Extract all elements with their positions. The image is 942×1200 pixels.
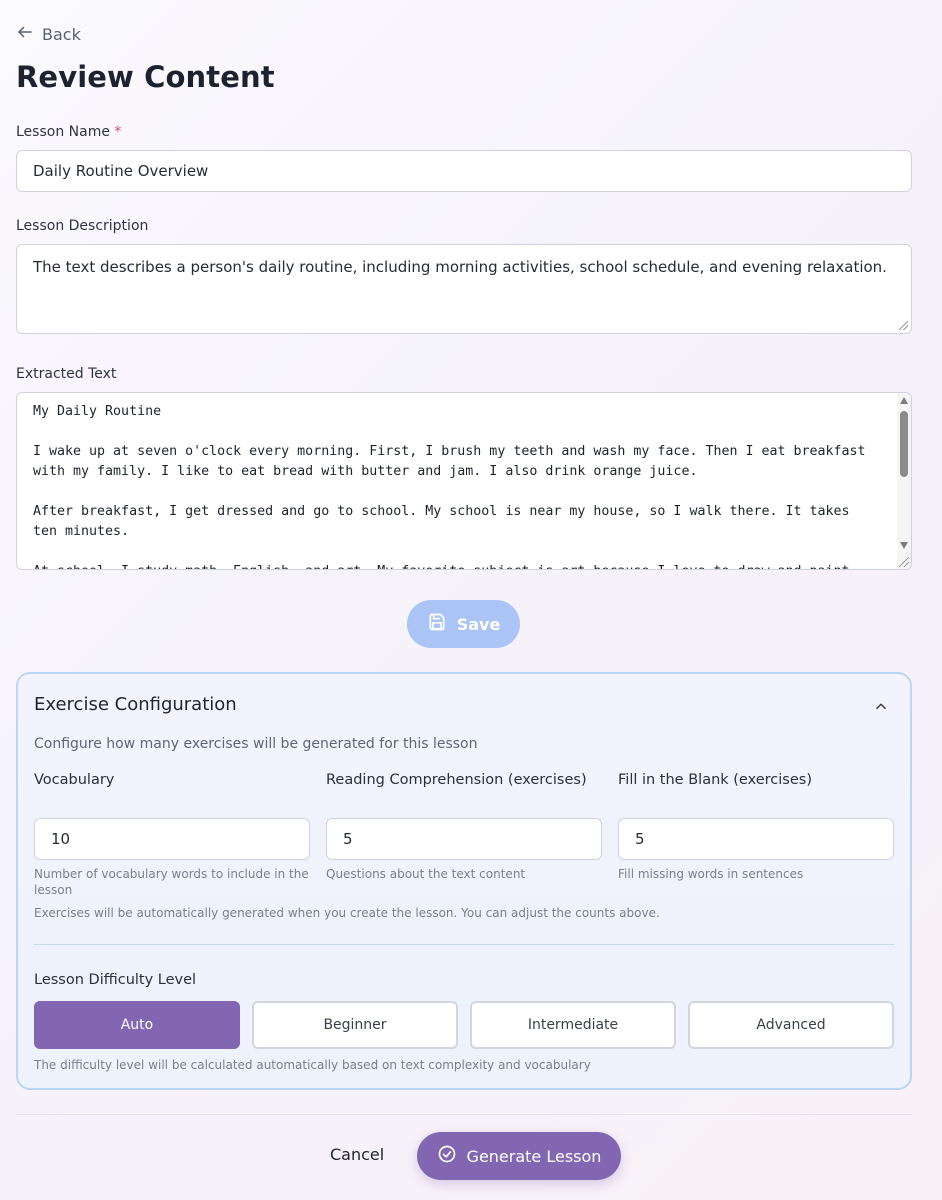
lesson-name-input[interactable]: Daily Routine Overview: [16, 150, 912, 192]
resize-grip-icon[interactable]: [899, 557, 909, 567]
lesson-description-textarea[interactable]: The text describes a person's daily rout…: [16, 244, 912, 334]
fill-in-blank-hint: Fill missing words in sentences: [618, 867, 804, 881]
difficulty-note: The difficulty level will be calculated …: [34, 1058, 591, 1072]
save-button[interactable]: Save: [407, 600, 520, 648]
lesson-description-label: Lesson Description: [16, 218, 149, 234]
vocabulary-label: Vocabulary: [34, 772, 115, 788]
generate-lesson-button[interactable]: Generate Lesson: [417, 1132, 621, 1180]
floppy-disk-icon: [427, 612, 447, 636]
resize-grip-icon[interactable]: [899, 321, 908, 330]
reading-comprehension-input[interactable]: 5: [326, 818, 602, 860]
extracted-text-content: My Daily Routine I wake up at seven o'cl…: [33, 404, 866, 569]
footer-divider: [16, 1114, 912, 1115]
page-title: Review Content: [16, 60, 275, 94]
exercise-configuration-panel: Exercise Configuration Configure how man…: [16, 672, 912, 1090]
cancel-button[interactable]: Cancel: [330, 1145, 384, 1164]
arrow-left-icon: [16, 23, 34, 45]
difficulty-beginner-button[interactable]: Beginner: [252, 1001, 458, 1049]
check-circle-icon: [437, 1144, 457, 1168]
back-button[interactable]: Back: [16, 22, 81, 46]
vocabulary-hint: Number of vocabulary words to include in…: [34, 867, 309, 897]
auto-generate-note: Exercises will be automatically generate…: [34, 906, 660, 920]
lesson-name-label: Lesson Name *: [16, 124, 121, 140]
scroll-up-icon[interactable]: [900, 397, 908, 404]
extracted-text-textarea[interactable]: My Daily Routine I wake up at seven o'cl…: [16, 392, 912, 570]
back-label: Back: [42, 24, 81, 44]
chevron-up-icon[interactable]: [874, 698, 888, 712]
generate-lesson-label: Generate Lesson: [466, 1146, 602, 1166]
difficulty-intermediate-button[interactable]: Intermediate: [470, 1001, 676, 1049]
fill-in-blank-label: Fill in the Blank (exercises): [618, 772, 812, 788]
scrollbar[interactable]: [897, 393, 911, 569]
lesson-name-label-text: Lesson Name: [16, 124, 110, 140]
vocabulary-input[interactable]: 10: [34, 818, 310, 860]
lesson-description-text: The text describes a person's daily rout…: [33, 258, 887, 276]
fill-in-blank-input[interactable]: 5: [618, 818, 894, 860]
required-mark: *: [114, 124, 122, 140]
reading-comprehension-label: Reading Comprehension (exercises): [326, 772, 587, 788]
save-label: Save: [456, 614, 501, 634]
reading-comprehension-hint: Questions about the text content: [326, 867, 526, 881]
panel-title: Exercise Configuration: [34, 694, 237, 715]
scroll-thumb[interactable]: [900, 411, 908, 477]
extracted-text-label: Extracted Text: [16, 366, 117, 382]
panel-subtitle: Configure how many exercises will be gen…: [34, 736, 478, 752]
difficulty-auto-button[interactable]: Auto: [34, 1001, 240, 1049]
difficulty-advanced-button[interactable]: Advanced: [688, 1001, 894, 1049]
scroll-down-icon[interactable]: [900, 542, 908, 549]
difficulty-label: Lesson Difficulty Level: [34, 972, 197, 988]
divider: [34, 944, 894, 945]
